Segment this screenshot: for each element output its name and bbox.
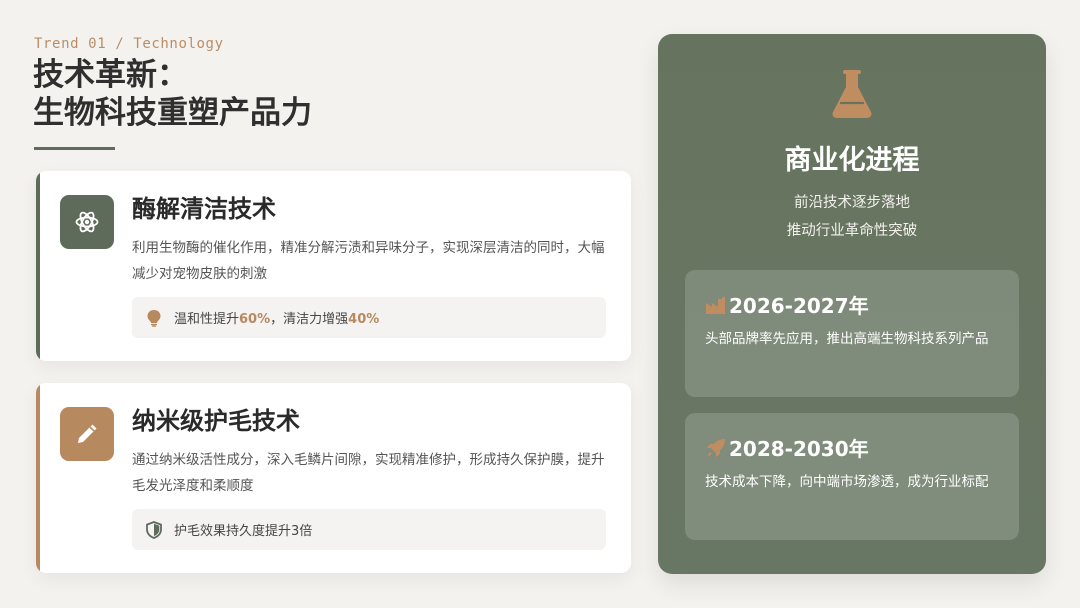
note-text-part: ，清洁力增强 [270,312,349,327]
commercialization-panel: 商业化进程 前沿技术逐步落地 推动行业革命性突破 2026-2027年 头部品牌… [658,34,1046,574]
page-title: 技术革新： 生物科技重塑产品力 [33,56,312,132]
flask-icon [829,68,875,120]
panel-subtitle: 前沿技术逐步落地 推动行业革命性突破 [658,189,1046,245]
stage-year: 2028-2030年 [729,437,869,461]
timeline-stage-2026: 2026-2027年 头部品牌率先应用，推出高端生物科技系列产品 [685,270,1019,397]
card-highlight-note: 护毛效果持久度提升3倍 [132,509,606,550]
feature-card-nano: 纳米级护毛技术 通过纳米级活性成分，深入毛鳞片间隙，实现精准修护，形成持久保护膜… [36,383,631,573]
timeline-stage-2028: 2028-2030年 技术成本下降，向中端市场渗透，成为行业标配 [685,413,1019,540]
note-text-part: 温和性提升 [174,312,240,327]
panel-title: 商业化进程 [784,145,920,176]
card-title: 酶解清洁技术 [132,195,276,223]
note-highlight-value: 40% [348,312,380,327]
note-text: 护毛效果持久度提升3倍 [174,524,313,539]
stage-description: 头部品牌率先应用，推出高端生物科技系列产品 [705,331,989,347]
note-highlight-value: 60% [239,312,271,327]
panel-subtitle-line-2: 推动行业革命性突破 [786,223,918,239]
page-title-line-1: 技术革新： [33,57,188,93]
panel-subtitle-line-1: 前沿技术逐步落地 [794,195,910,211]
note-text: 温和性提升60%，清洁力增强40% [174,308,379,327]
atom-icon [60,195,114,249]
shield-icon [144,520,164,540]
card-description: 利用生物酶的催化作用，精准分解污渍和异味分子，实现深层清洁的同时，大幅减少对宠物… [132,240,605,282]
card-description: 通过纳米级活性成分，深入毛鳞片间隙，实现精准修护，形成持久保护膜，提升毛发光泽度… [132,452,605,494]
page-title-line-2: 生物科技重塑产品力 [33,95,312,131]
rocket-icon [705,437,727,459]
card-title: 纳米级护毛技术 [132,407,300,435]
pen-icon [60,407,114,461]
eyebrow-label: Trend 01 / Technology [34,36,224,52]
feature-card-enzyme: 酶解清洁技术 利用生物酶的催化作用，精准分解污渍和异味分子，实现深层清洁的同时，… [36,171,631,361]
stage-description: 技术成本下降，向中端市场渗透，成为行业标配 [705,474,989,490]
factory-icon [705,294,727,316]
stage-year: 2026-2027年 [729,294,869,318]
title-underline [34,147,115,150]
card-highlight-note: 温和性提升60%，清洁力增强40% [132,297,606,338]
lightbulb-icon [144,308,164,328]
